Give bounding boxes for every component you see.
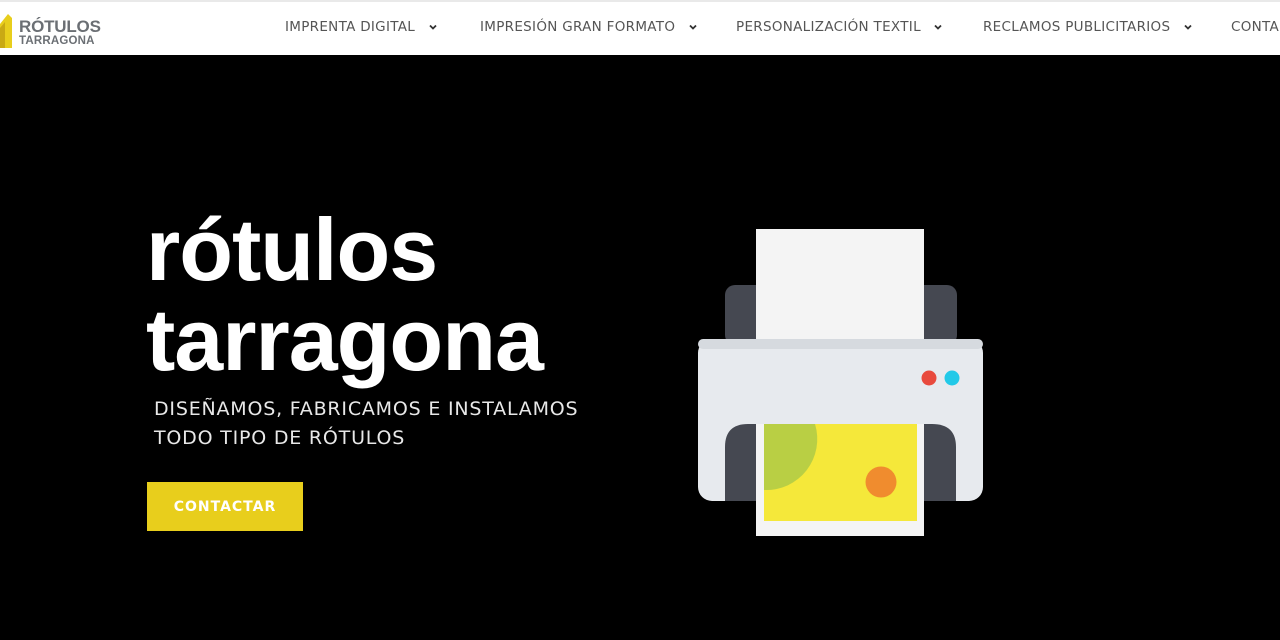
nav-item-label: IMPRESIÓN GRAN FORMATO xyxy=(480,19,676,35)
nav-item-label: CONTA xyxy=(1231,19,1280,35)
hero-title: rótulos tarragona xyxy=(146,205,646,385)
nav-item-reclamos-publicitarios[interactable]: RECLAMOS PUBLICITARIOS xyxy=(983,19,1193,41)
hero-subtitle: DISEÑAMOS, FABRICAMOS E INSTALAMOS TODO … xyxy=(154,395,614,453)
nav-item-personalizacion-textil[interactable]: PERSONALIZACIÓN TEXTIL xyxy=(736,19,943,41)
hero-subtitle-line2: TODO TIPO DE RÓTULOS xyxy=(154,427,406,449)
hero-section: rótulos tarragona DISEÑAMOS, FABRICAMOS … xyxy=(0,55,1280,640)
chevron-down-icon xyxy=(689,24,697,30)
top-navbar: RÓTULOS TARRAGONA IMPRENTA DIGITAL IMPRE… xyxy=(0,0,1280,55)
chevron-down-icon xyxy=(934,24,943,30)
hero-title-line2: tarragona xyxy=(146,290,544,389)
chevron-down-icon xyxy=(429,24,437,30)
nav-item-label: PERSONALIZACIÓN TEXTIL xyxy=(736,19,921,35)
nav-item-label: RECLAMOS PUBLICITARIOS xyxy=(983,19,1171,35)
nav-item-label: IMPRENTA DIGITAL xyxy=(285,19,416,35)
hero-subtitle-line1: DISEÑAMOS, FABRICAMOS E INSTALAMOS xyxy=(154,398,579,420)
main-nav: IMPRENTA DIGITAL IMPRESIÓN GRAN FORMATO … xyxy=(0,2,1280,57)
nav-item-contacto[interactable]: CONTA xyxy=(1231,19,1279,41)
hero-title-line1: rótulos xyxy=(146,200,438,299)
contact-button[interactable]: CONTACTAR xyxy=(147,482,303,531)
nav-item-impresion-gran-formato[interactable]: IMPRESIÓN GRAN FORMATO xyxy=(480,19,698,41)
chevron-down-icon xyxy=(1184,24,1192,30)
printer-illustration-icon xyxy=(698,229,983,536)
nav-item-imprenta-digital[interactable]: IMPRENTA DIGITAL xyxy=(285,19,438,41)
